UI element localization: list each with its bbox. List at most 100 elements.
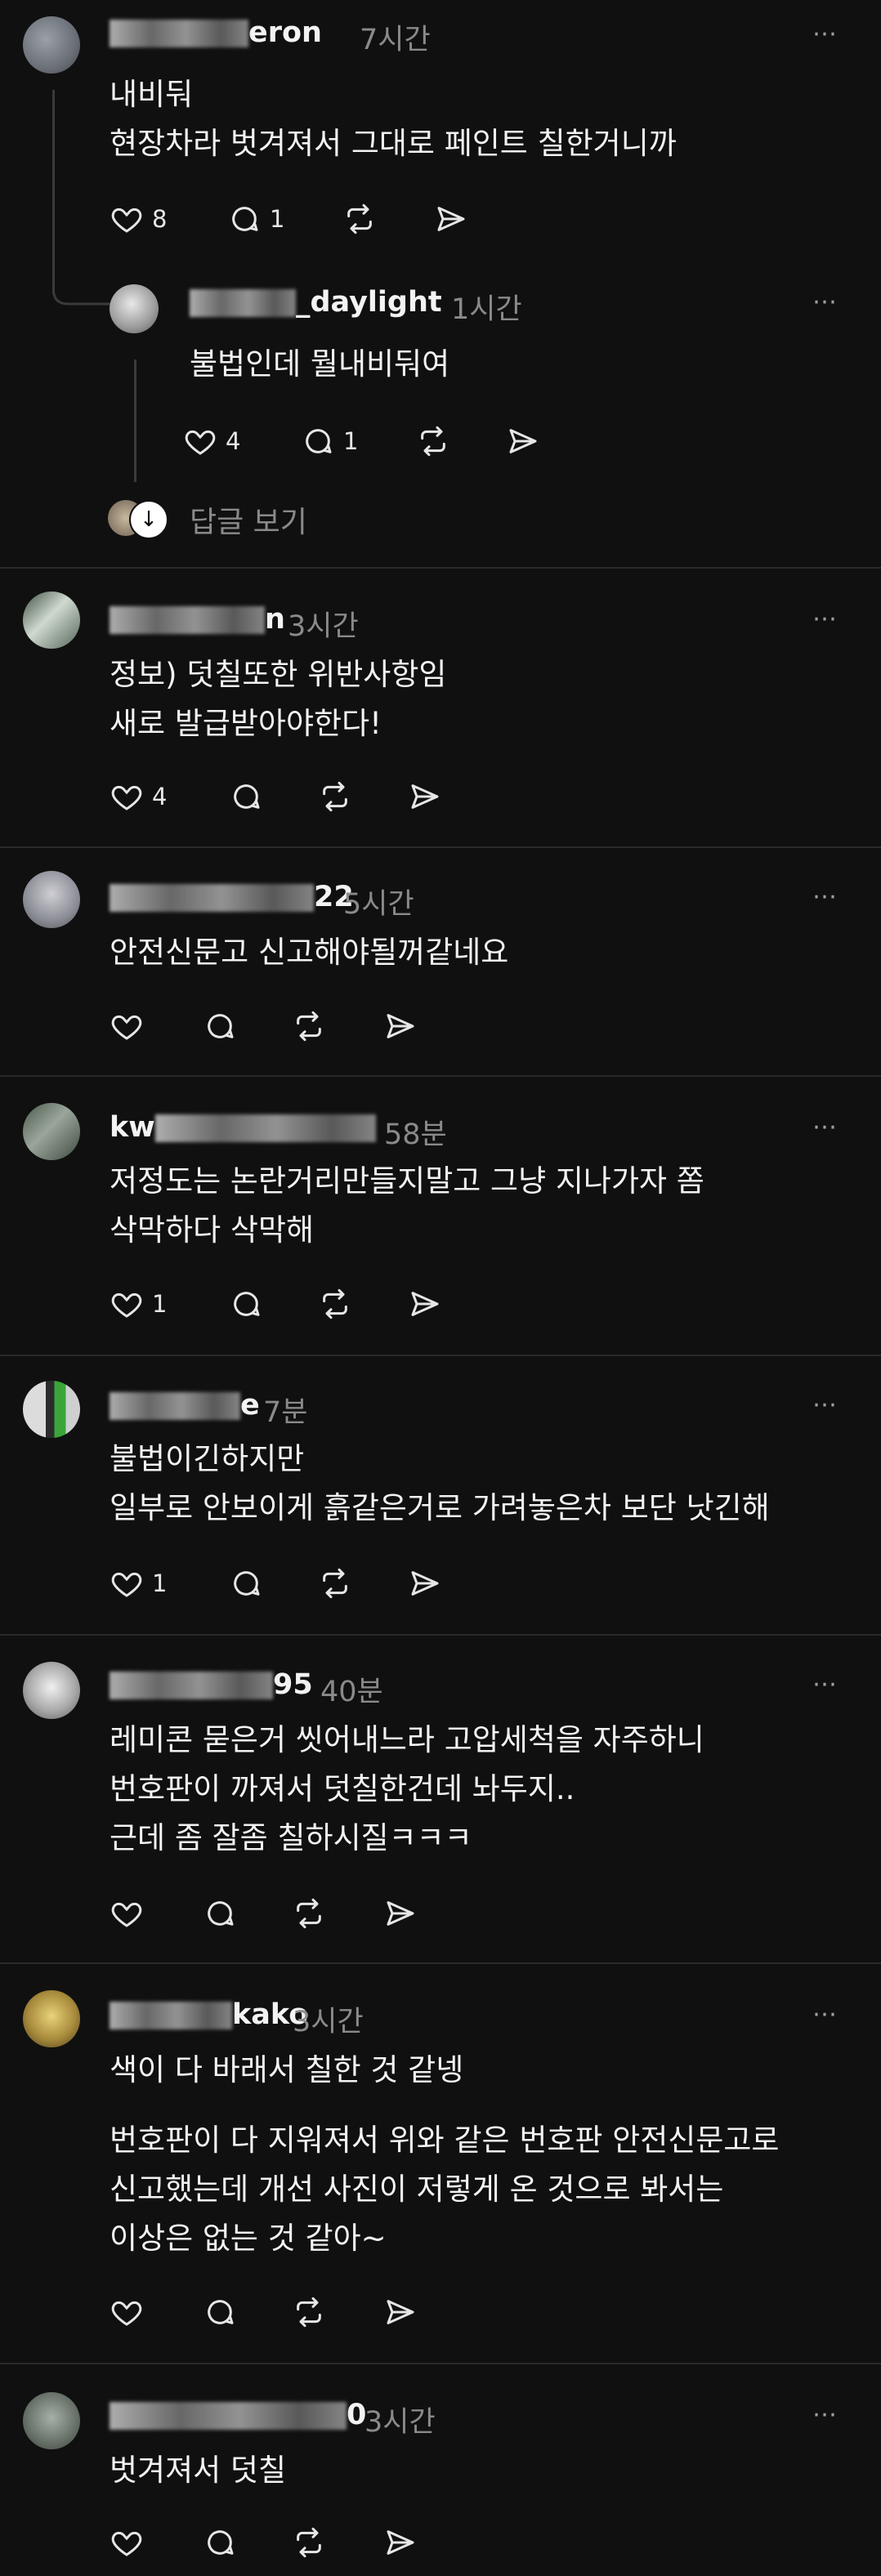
share-button[interactable] bbox=[407, 1288, 443, 1320]
more-options-icon[interactable]: ⋯ bbox=[812, 1113, 839, 1141]
share-button[interactable] bbox=[433, 203, 469, 235]
share-button[interactable] bbox=[407, 1567, 443, 1600]
more-options-icon[interactable]: ⋯ bbox=[812, 288, 839, 316]
like-button[interactable] bbox=[110, 2526, 144, 2559]
username[interactable]: eron bbox=[110, 16, 322, 49]
heart-icon bbox=[111, 1902, 142, 1927]
like-button[interactable] bbox=[110, 1897, 144, 1930]
share-button[interactable] bbox=[382, 2296, 418, 2328]
like-button[interactable] bbox=[110, 1010, 144, 1042]
username[interactable]: 0 bbox=[110, 2399, 366, 2431]
avatar[interactable] bbox=[23, 1381, 80, 1438]
comment-icon bbox=[234, 1571, 260, 1596]
avatar[interactable] bbox=[23, 1990, 80, 2047]
divider bbox=[0, 1075, 881, 1077]
like-button[interactable]: 1 bbox=[110, 1567, 167, 1600]
timestamp: 40분 bbox=[320, 1676, 383, 1708]
timestamp: 7분 bbox=[263, 1396, 308, 1429]
more-options-icon[interactable]: ⋯ bbox=[812, 20, 839, 48]
more-options-icon[interactable]: ⋯ bbox=[812, 2000, 839, 2029]
view-replies-link[interactable]: 답글 보기 bbox=[190, 498, 307, 541]
like-count: 1 bbox=[152, 1569, 168, 1597]
heart-icon bbox=[111, 2301, 142, 2326]
repost-icon bbox=[323, 781, 347, 812]
repost-button[interactable] bbox=[342, 203, 378, 235]
username[interactable]: 22 bbox=[110, 881, 354, 913]
share-button[interactable] bbox=[382, 2526, 418, 2559]
comment-button[interactable] bbox=[229, 1288, 263, 1320]
share-button[interactable] bbox=[505, 425, 541, 458]
share-button[interactable] bbox=[382, 1010, 418, 1042]
repost-button[interactable] bbox=[291, 2296, 327, 2328]
comment-icon bbox=[208, 2300, 234, 2324]
send-icon bbox=[387, 1901, 414, 1926]
avatar[interactable] bbox=[23, 16, 80, 74]
comment-count: 1 bbox=[343, 427, 359, 455]
username[interactable]: kako bbox=[110, 1998, 308, 2031]
heart-icon bbox=[111, 785, 142, 810]
heart-icon bbox=[111, 1572, 142, 1597]
comment-button[interactable]: 1 bbox=[301, 425, 358, 458]
timestamp: 58분 bbox=[384, 1118, 447, 1151]
like-button[interactable] bbox=[110, 2296, 144, 2328]
avatar[interactable] bbox=[23, 1103, 80, 1160]
timestamp: 7시간 bbox=[360, 24, 431, 56]
username[interactable]: n bbox=[110, 603, 285, 636]
repost-button[interactable] bbox=[291, 1897, 327, 1930]
repost-icon bbox=[323, 1288, 347, 1319]
share-button[interactable] bbox=[407, 780, 443, 813]
comment-text: 안전신문고 신고해야될꺼같네요 bbox=[110, 935, 509, 970]
send-icon bbox=[509, 429, 537, 453]
repost-button[interactable] bbox=[291, 1010, 327, 1042]
comment-button[interactable]: 1 bbox=[227, 203, 284, 235]
like-button[interactable]: 4 bbox=[183, 425, 240, 458]
heart-icon bbox=[185, 430, 216, 455]
thread-line bbox=[52, 90, 55, 294]
avatar[interactable] bbox=[23, 1662, 80, 1719]
comment-icon bbox=[208, 2530, 234, 2555]
username[interactable]: e bbox=[110, 1389, 260, 1422]
more-options-icon[interactable]: ⋯ bbox=[812, 882, 839, 911]
comment-button[interactable] bbox=[203, 2526, 237, 2559]
avatar[interactable] bbox=[23, 2392, 80, 2449]
comment-button[interactable] bbox=[229, 1567, 263, 1600]
repost-button[interactable] bbox=[291, 2526, 327, 2559]
username[interactable]: _daylight bbox=[190, 286, 442, 319]
repost-icon bbox=[347, 203, 372, 234]
divider bbox=[0, 567, 881, 569]
more-options-icon[interactable]: ⋯ bbox=[812, 1670, 839, 1699]
timestamp: 3시간 bbox=[364, 2406, 436, 2439]
like-button[interactable]: 1 bbox=[110, 1288, 167, 1320]
comment-icon bbox=[234, 784, 260, 809]
username[interactable]: kw bbox=[110, 1111, 376, 1144]
repost-button[interactable] bbox=[317, 1288, 353, 1320]
comment-text: 불법인데 뭘내비둬여 bbox=[190, 346, 450, 382]
comment-button[interactable] bbox=[203, 2296, 237, 2328]
share-button[interactable] bbox=[382, 1897, 418, 1930]
comment-text: 색이 다 바래서 칠한 것 같넹 번호판이 다 지워져서 위와 같은 번호판 안… bbox=[110, 2052, 780, 2256]
username[interactable]: 95 bbox=[110, 1668, 313, 1701]
avatar[interactable] bbox=[23, 871, 80, 928]
more-options-icon[interactable]: ⋯ bbox=[812, 605, 839, 633]
repost-button[interactable] bbox=[415, 425, 451, 458]
like-count: 1 bbox=[152, 1290, 168, 1318]
repost-button[interactable] bbox=[317, 780, 353, 813]
repost-icon bbox=[297, 1898, 321, 1929]
view-replies-avatars[interactable]: ↓ bbox=[108, 500, 173, 539]
repost-button[interactable] bbox=[317, 1567, 353, 1600]
avatar[interactable] bbox=[110, 284, 159, 333]
like-button[interactable]: 8 bbox=[110, 203, 167, 235]
send-icon bbox=[437, 207, 465, 231]
comment-button[interactable] bbox=[203, 1897, 237, 1930]
comment-text: 저정도는 논란거리만들지말고 그냥 지나가자 쫌 삭막하다 삭막해 bbox=[110, 1163, 704, 1248]
more-options-icon[interactable]: ⋯ bbox=[812, 1391, 839, 1419]
comment-text: 내비둬 현장차라 벗겨져서 그대로 페인트 칠한거니까 bbox=[110, 77, 677, 161]
divider bbox=[0, 1355, 881, 1356]
comment-button[interactable] bbox=[203, 1010, 237, 1042]
comment-button[interactable] bbox=[229, 780, 263, 813]
comment-count: 1 bbox=[270, 205, 285, 233]
more-options-icon[interactable]: ⋯ bbox=[812, 2400, 839, 2429]
avatar[interactable] bbox=[23, 592, 80, 649]
comment-icon bbox=[232, 207, 258, 231]
like-button[interactable]: 4 bbox=[110, 780, 167, 813]
